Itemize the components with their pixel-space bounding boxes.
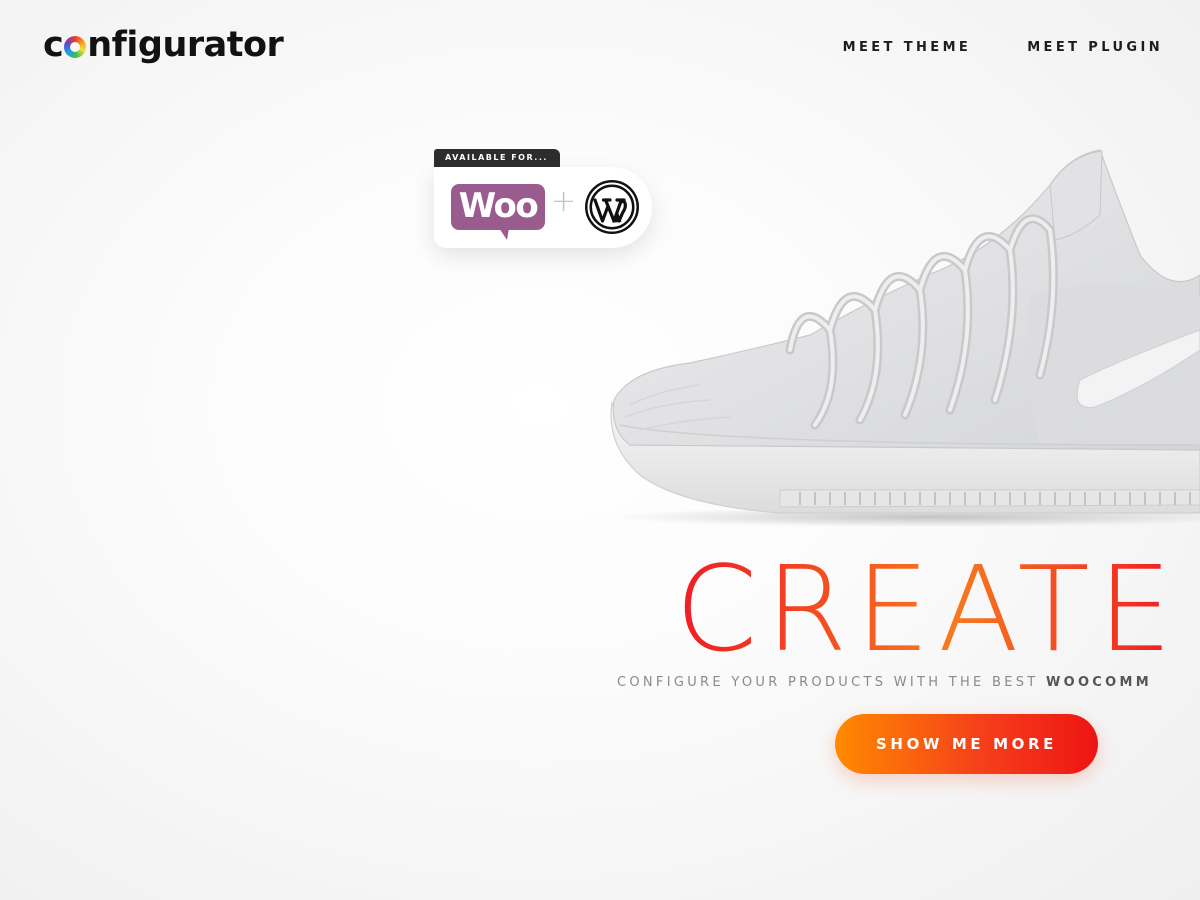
brand-logo[interactable]: c nfigurator xyxy=(43,25,284,65)
hero-subtitle: CONFIGURE YOUR PRODUCTS WITH THE BEST WO… xyxy=(617,675,1152,690)
brand-logo-prefix: c xyxy=(43,25,64,65)
main-nav: MEET THEME MEET PLUGIN xyxy=(843,40,1163,55)
hero-subtitle-emphasis: WOOCOMM xyxy=(1045,675,1152,690)
plus-icon: + xyxy=(551,184,577,219)
nav-item-meet-plugin[interactable]: MEET PLUGIN xyxy=(1027,40,1163,55)
nav-item-meet-theme[interactable]: MEET THEME xyxy=(843,40,972,55)
color-ring-icon xyxy=(64,36,87,58)
available-for-tag: AVAILABLE FOR... xyxy=(434,149,560,167)
sneaker-product-image xyxy=(610,149,1200,527)
brand-logo-suffix: nfigurator xyxy=(87,25,284,65)
show-me-more-button[interactable]: SHOW ME MORE xyxy=(835,714,1098,774)
hero-headline: CREATE xyxy=(675,540,1181,678)
hero-subtitle-text: CONFIGURE YOUR PRODUCTS WITH THE BEST xyxy=(617,675,1046,690)
woocommerce-icon: Woo xyxy=(451,184,545,240)
